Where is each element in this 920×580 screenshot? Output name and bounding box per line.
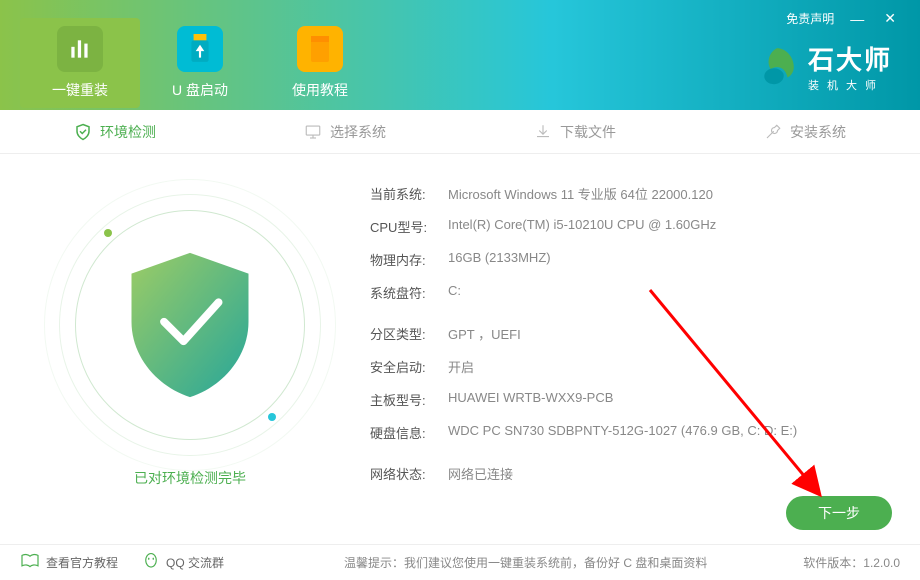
step-label: 安装系统 xyxy=(790,122,846,142)
info-network: 网络状态:网络已连接 xyxy=(370,464,890,483)
step-select-system[interactable]: 选择系统 xyxy=(230,110,460,153)
next-button[interactable]: 下一步 xyxy=(786,496,892,530)
info-system-drive: 系统盘符:C: xyxy=(370,283,890,302)
wrench-icon xyxy=(764,123,782,141)
info-partition: 分区类型:GPT ，UEFI xyxy=(370,324,890,343)
close-button[interactable]: ✕ xyxy=(880,8,900,29)
info-memory: 物理内存:16GB (2133MHZ) xyxy=(370,250,890,269)
env-check-status: 已对环境检测完毕 xyxy=(134,468,246,488)
tab-label: 一键重装 xyxy=(52,80,108,100)
disclaimer-link[interactable]: 免责声明 xyxy=(786,10,834,27)
shield-ring xyxy=(75,210,305,440)
footer-version: 软件版本：1.2.0.0 xyxy=(803,554,900,571)
logo: 石大师 装机大师 xyxy=(756,40,892,93)
dot-icon xyxy=(268,413,276,421)
tab-label: U 盘启动 xyxy=(172,80,228,100)
download-icon xyxy=(534,123,552,141)
footer: 查看官方教程 QQ 交流群 温馨提示：我们建议您使用一键重装系统前，备份好 C … xyxy=(0,544,920,580)
step-label: 选择系统 xyxy=(330,122,386,142)
logo-icon xyxy=(756,46,798,88)
step-env-check[interactable]: 环境检测 xyxy=(0,110,230,153)
footer-tip: 温馨提示：我们建议您使用一键重装系统前，备份好 C 盘和桌面资料 xyxy=(248,554,803,571)
shield-check-icon xyxy=(125,250,255,400)
window-controls: 免责声明 — ✕ xyxy=(786,8,900,29)
minimize-button[interactable]: — xyxy=(846,9,868,29)
info-secure-boot: 安全启动:开启 xyxy=(370,357,890,376)
monitor-icon xyxy=(304,123,322,141)
step-download[interactable]: 下载文件 xyxy=(460,110,690,153)
tab-tutorial[interactable]: 使用教程 xyxy=(260,18,380,108)
tab-reinstall[interactable]: 一键重装 xyxy=(20,18,140,108)
content: 已对环境检测完毕 当前系统:Microsoft Windows 11 专业版 6… xyxy=(0,154,920,534)
tab-usb-boot[interactable]: U 盘启动 xyxy=(140,18,260,108)
shield-icon xyxy=(74,123,92,141)
header: 一键重装 U 盘启动 使用教程 免责声明 — ✕ 石大师 装机大师 xyxy=(0,0,920,110)
logo-subtitle: 装机大师 xyxy=(808,77,892,93)
logo-title: 石大师 xyxy=(808,40,892,77)
info-os: 当前系统:Microsoft Windows 11 专业版 64位 22000.… xyxy=(370,184,890,203)
info-disk: 硬盘信息:WDC PC SN730 SDBPNTY-512G-1027 (476… xyxy=(370,423,890,442)
qq-icon xyxy=(142,552,160,573)
book-open-icon xyxy=(20,553,40,572)
usb-icon xyxy=(177,26,223,72)
footer-tutorial-link[interactable]: 查看官方教程 xyxy=(20,553,118,572)
steps-bar: 环境检测 选择系统 下载文件 安装系统 xyxy=(0,110,920,154)
dot-icon xyxy=(104,229,112,237)
info-motherboard: 主板型号:HUAWEI WRTB-WXX9-PCB xyxy=(370,390,890,409)
system-info: 当前系统:Microsoft Windows 11 专业版 64位 22000.… xyxy=(350,174,890,524)
nav-tabs: 一键重装 U 盘启动 使用教程 xyxy=(0,0,380,108)
step-install[interactable]: 安装系统 xyxy=(690,110,920,153)
footer-qq-link[interactable]: QQ 交流群 xyxy=(142,552,224,573)
step-label: 下载文件 xyxy=(560,122,616,142)
step-label: 环境检测 xyxy=(100,122,156,142)
book-icon xyxy=(297,26,343,72)
bars-icon xyxy=(57,26,103,72)
info-cpu: CPU型号:Intel(R) Core(TM) i5-10210U CPU @ … xyxy=(370,217,890,236)
tab-label: 使用教程 xyxy=(292,80,348,100)
shield-area: 已对环境检测完毕 xyxy=(30,174,350,524)
